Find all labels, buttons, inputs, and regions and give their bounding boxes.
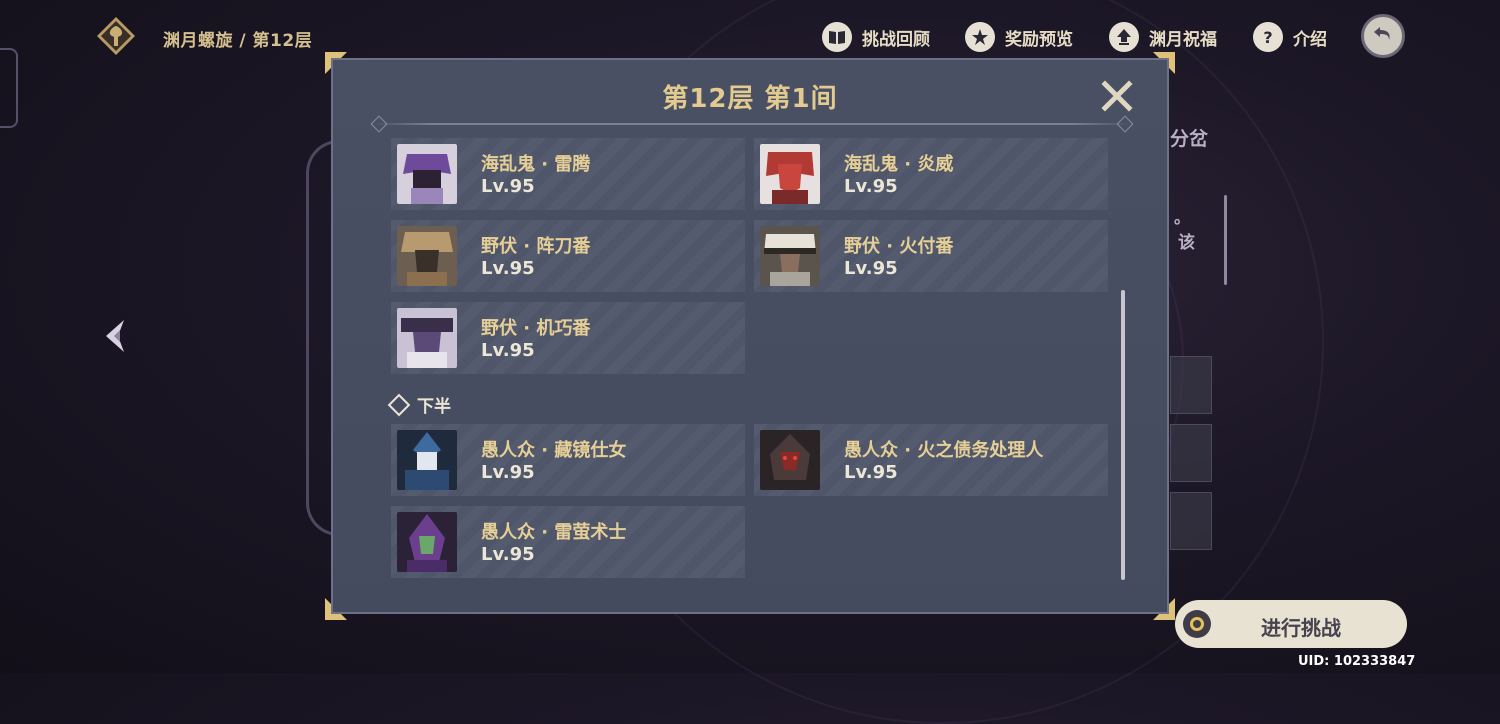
challenge-review-button[interactable]: 挑战回顾	[822, 22, 930, 52]
enemy-name: 野伏 · 火付番	[844, 236, 954, 257]
divider-ornament	[1116, 115, 1134, 133]
side-star-box	[1170, 356, 1212, 414]
list-scrollbar[interactable]	[1121, 290, 1125, 580]
corner-ornament	[1153, 598, 1175, 620]
side-star-box	[1170, 492, 1212, 550]
enemy-card[interactable]: 野伏 · 机巧番 Lv.95	[391, 302, 745, 374]
enemy-name: 海乱鬼 · 雷腾	[481, 154, 591, 175]
corner-ornament	[325, 52, 347, 74]
enemy-card[interactable]: 愚人众 · 雷萤术士 Lv.95	[391, 506, 745, 578]
corner-ornament	[1153, 52, 1175, 74]
second-half-header: 下半	[387, 392, 451, 417]
background-scrollbar	[1224, 195, 1227, 285]
enemy-name: 愚人众 · 藏镜仕女	[481, 440, 627, 461]
breadcrumb: 渊月螺旋 / 第12层	[163, 31, 313, 51]
upload-icon	[1109, 22, 1139, 52]
enemy-name: 海乱鬼 · 炎威	[844, 154, 954, 175]
enemy-portrait	[760, 144, 820, 204]
enemy-level: Lv.95	[844, 462, 898, 483]
nav-label: 渊月祝福	[1149, 29, 1217, 50]
previous-arrow-icon[interactable]	[100, 318, 128, 358]
enemy-portrait	[397, 226, 457, 286]
nav-label: 介绍	[1293, 29, 1327, 50]
enemy-name: 愚人众 · 雷萤术士	[481, 522, 627, 543]
enemy-portrait	[760, 226, 820, 286]
enemy-name: 野伏 · 机巧番	[481, 318, 591, 339]
enemy-level: Lv.95	[481, 176, 535, 197]
enemy-portrait	[760, 430, 820, 490]
diamond-icon	[387, 393, 411, 416]
section-label: 下半	[417, 397, 451, 417]
enemy-card[interactable]: 海乱鬼 · 雷腾 Lv.95	[391, 138, 745, 210]
enemy-portrait	[397, 144, 457, 204]
enemy-card[interactable]: 野伏 · 火付番 Lv.95	[754, 220, 1108, 292]
close-icon	[1101, 80, 1133, 116]
background-side-panel: 分岔 。 该	[1170, 120, 1230, 570]
return-arrow-icon	[1371, 22, 1395, 50]
enemy-level: Lv.95	[481, 462, 535, 483]
side-text: 。	[1174, 208, 1191, 227]
enemy-name: 愚人众 · 火之债务处理人	[844, 440, 1044, 461]
side-star-box	[1170, 424, 1212, 482]
nav-label: 挑战回顾	[862, 29, 930, 50]
enemy-portrait	[397, 308, 457, 368]
corner-ornament	[325, 598, 347, 620]
enemy-portrait	[397, 512, 457, 572]
enemy-card[interactable]: 愚人众 · 藏镜仕女 Lv.95	[391, 424, 745, 496]
side-text: 该	[1178, 233, 1195, 253]
enemy-card[interactable]: 野伏 · 阵刀番 Lv.95	[391, 220, 745, 292]
start-challenge-label: 进行挑战	[1261, 616, 1341, 640]
start-challenge-button[interactable]: 进行挑战	[1175, 600, 1407, 648]
star-badge-icon	[965, 22, 995, 52]
enemy-portrait	[397, 430, 457, 490]
uid-label: UID: 102333847	[1298, 654, 1416, 669]
enemy-list-dialog: 第12层 第1间 海乱鬼 · 雷腾 Lv.95 海乱鬼 · 炎威 Lv.95 野…	[325, 52, 1175, 620]
side-text: 分岔	[1170, 128, 1209, 150]
divider-ornament	[370, 115, 388, 133]
book-icon	[822, 22, 852, 52]
back-button[interactable]	[1361, 14, 1405, 58]
enemy-card[interactable]: 愚人众 · 火之债务处理人 Lv.95	[754, 424, 1108, 496]
enemy-card[interactable]: 海乱鬼 · 炎威 Lv.95	[754, 138, 1108, 210]
introduction-button[interactable]: ? 介绍	[1253, 22, 1327, 52]
abyss-tree-icon	[96, 16, 136, 56]
enemy-level: Lv.95	[481, 258, 535, 279]
reward-preview-button[interactable]: 奖励预览	[965, 22, 1073, 52]
enemy-level: Lv.95	[844, 258, 898, 279]
dialog-title: 第12层 第1间	[662, 84, 838, 114]
title-divider	[373, 123, 1131, 125]
nav-label: 奖励预览	[1005, 29, 1073, 50]
close-button[interactable]	[1101, 80, 1133, 112]
abyss-blessing-button[interactable]: 渊月祝福	[1109, 22, 1217, 52]
help-icon: ?	[1253, 22, 1283, 52]
enemy-level: Lv.95	[481, 340, 535, 361]
enemy-level: Lv.95	[844, 176, 898, 197]
enemy-name: 野伏 · 阵刀番	[481, 236, 591, 257]
enemy-level: Lv.95	[481, 544, 535, 565]
